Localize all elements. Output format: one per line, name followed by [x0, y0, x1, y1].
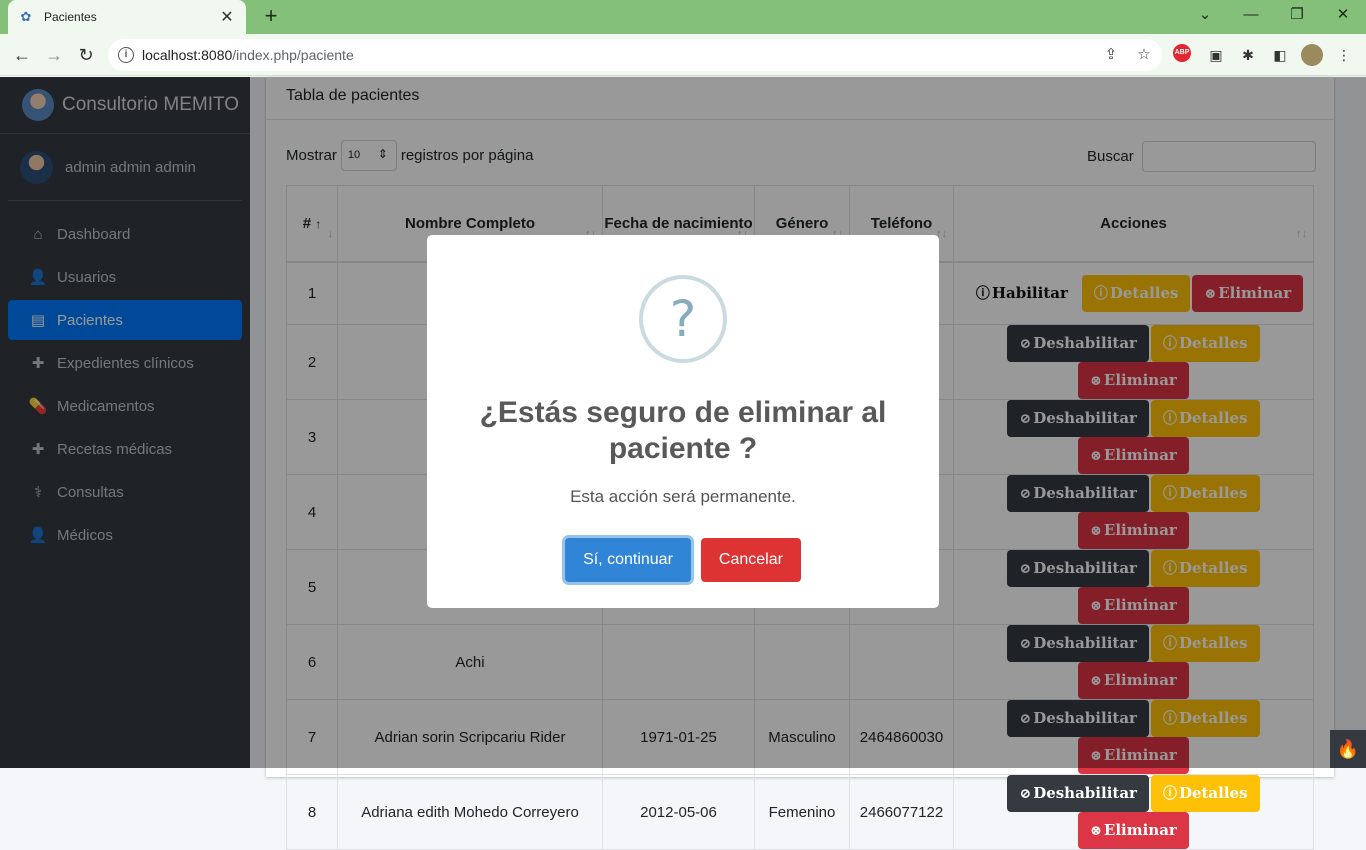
extensions-puzzle-icon[interactable]: ✱: [1237, 44, 1259, 66]
delete-button[interactable]: ⊗ Eliminar: [1078, 812, 1189, 849]
minimize-icon[interactable]: —: [1228, 0, 1274, 30]
cancel-button[interactable]: Cancelar: [700, 538, 801, 582]
browser-tabstrip: ✿ Pacientes ✕ + ⌄ — ❐ ✕: [0, 0, 1366, 34]
url-text: localhost:8080/index.php/paciente: [142, 47, 354, 63]
info-icon: ⓘ: [1162, 786, 1177, 802]
adblock-icon[interactable]: ABP: [1173, 44, 1195, 66]
dialog-actions: Sí, continuar Cancelar: [427, 538, 939, 582]
close-tab-icon[interactable]: ✕: [218, 7, 236, 27]
close-window-icon[interactable]: ✕: [1320, 0, 1366, 30]
row-actions: ⊘ Deshabilitar ⓘ Detalles⊗ Eliminar: [953, 774, 1314, 850]
details-button[interactable]: ⓘ Detalles: [1150, 775, 1260, 812]
site-info-icon[interactable]: i: [118, 47, 134, 63]
table-row: 8 Adriana edith Mohedo Correyero 2012-05…: [286, 774, 1314, 850]
x-circle-icon: ⊗: [1090, 823, 1102, 839]
forward-icon[interactable]: →: [39, 40, 69, 70]
dialog-text: Esta acción será permanente.: [570, 487, 796, 506]
side-panel-icon[interactable]: ◧: [1269, 44, 1291, 66]
profile-avatar[interactable]: [1301, 44, 1323, 66]
bookmark-star-icon[interactable]: ☆: [1134, 45, 1154, 65]
tab-search-icon[interactable]: ⌄: [1182, 0, 1228, 30]
confirm-delete-dialog: ? ¿Estás seguro de eliminar al paciente …: [427, 235, 939, 608]
new-tab-icon[interactable]: +: [258, 4, 284, 30]
back-icon[interactable]: ←: [7, 40, 37, 70]
debug-toolbar-flame-icon[interactable]: 🔥: [1330, 730, 1366, 768]
browser-tab[interactable]: ✿ Pacientes ✕: [8, 0, 246, 34]
eye-slash-icon: ⊘: [1019, 786, 1032, 802]
dialog-title: ¿Estás seguro de eliminar al paciente ?: [479, 396, 887, 465]
disable-button[interactable]: ⊘ Deshabilitar: [1007, 775, 1149, 812]
browser-toolbar: ← → ↻ i localhost:8080/index.php/pacient…: [0, 34, 1366, 76]
reload-icon[interactable]: ↻: [71, 40, 101, 70]
restore-icon[interactable]: ❐: [1274, 0, 1320, 30]
browser-menu-icon[interactable]: ⋮: [1333, 44, 1355, 66]
question-icon: ?: [639, 275, 727, 363]
share-icon[interactable]: ⇪: [1101, 45, 1121, 65]
favicon-icon: ✿: [20, 9, 32, 24]
media-icon[interactable]: ▣: [1205, 44, 1227, 66]
tab-title: Pacientes: [44, 10, 97, 24]
confirm-button[interactable]: Sí, continuar: [565, 538, 691, 582]
address-bar[interactable]: i localhost:8080/index.php/paciente ⇪ ☆: [108, 39, 1162, 71]
